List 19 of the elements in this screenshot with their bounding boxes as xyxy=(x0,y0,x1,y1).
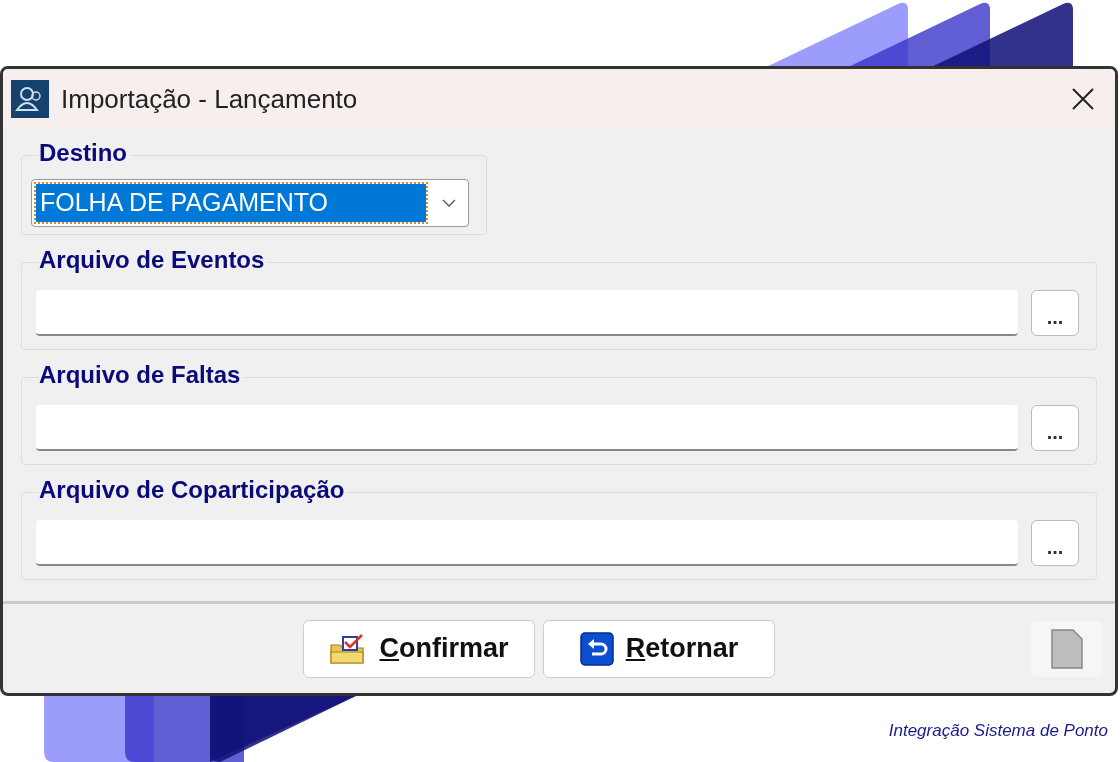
group-label: Arquivo de Coparticipação xyxy=(39,478,349,502)
document-icon xyxy=(1051,628,1083,669)
file-path-field[interactable] xyxy=(36,290,1018,336)
action-button[interactable]: Confirmar xyxy=(303,619,535,678)
chevron-down-icon xyxy=(442,199,456,207)
browse-button[interactable]: ... xyxy=(1031,520,1079,566)
window-title: Importação - Lançamento xyxy=(61,82,358,116)
browse-button[interactable]: ... xyxy=(1031,405,1079,451)
file-path-field[interactable] xyxy=(36,405,1018,451)
close-icon xyxy=(1071,87,1095,111)
group-label: Arquivo de Faltas xyxy=(39,363,245,387)
file-path-field[interactable] xyxy=(36,520,1018,566)
user-icon xyxy=(11,80,49,118)
browse-button[interactable]: ... xyxy=(1031,290,1079,336)
dropdown-value: FOLHA DE PAGAMENTO xyxy=(36,184,426,222)
group-label: Arquivo de Eventos xyxy=(39,248,269,272)
destination-dropdown[interactable]: FOLHA DE PAGAMENTO xyxy=(31,179,469,227)
footer-caption: Integração Sistema de Ponto xyxy=(888,720,1108,742)
action-button[interactable]: Retornar xyxy=(543,619,775,678)
